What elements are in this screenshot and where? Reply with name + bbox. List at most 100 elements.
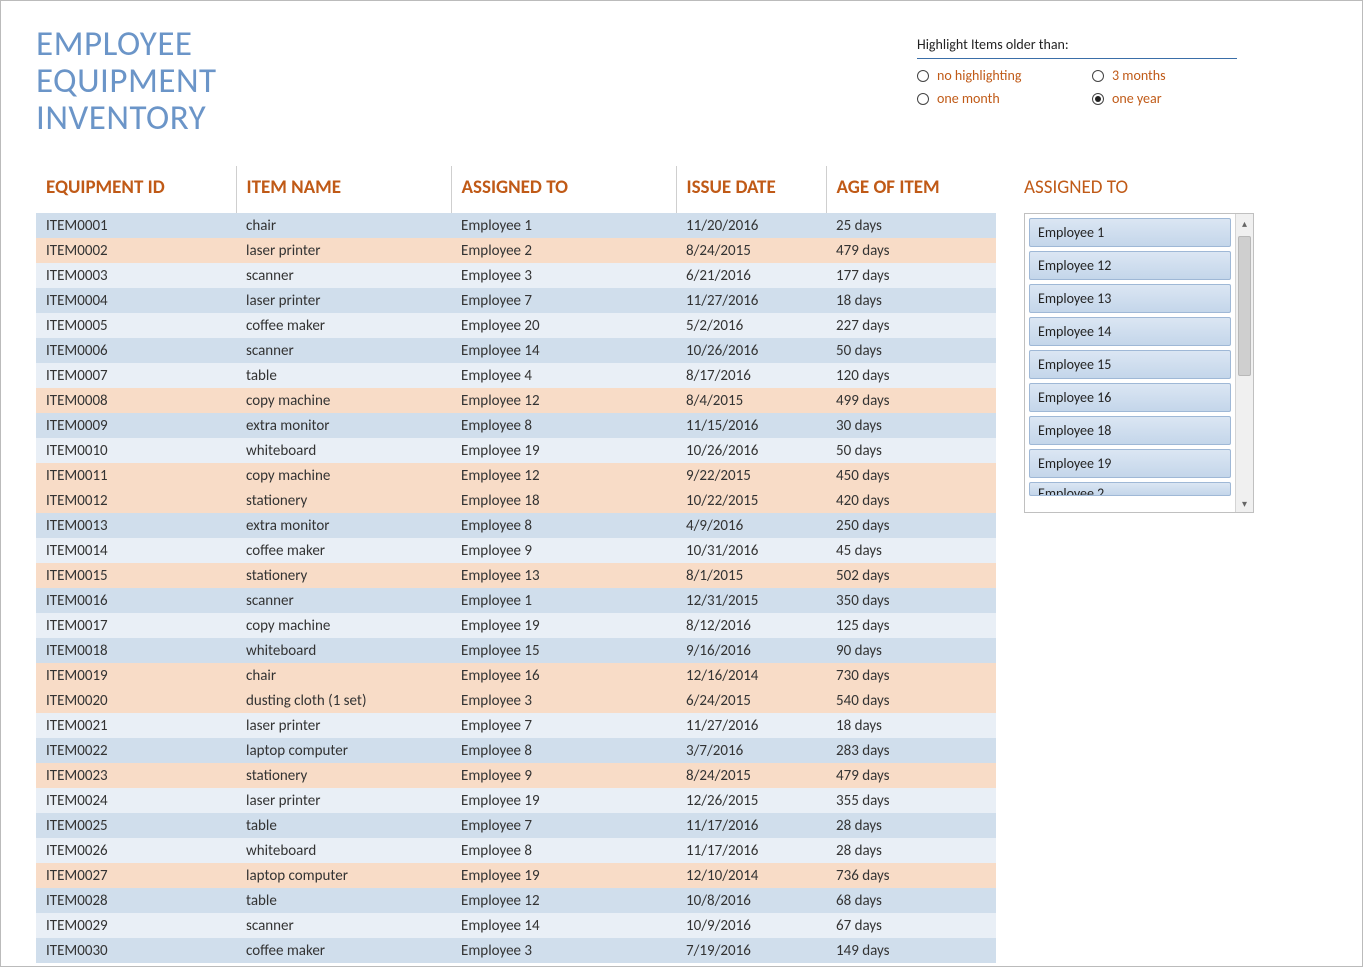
cell-assigned: Employee 14 bbox=[451, 913, 676, 938]
table-row[interactable]: ITEM0003scannerEmployee 36/21/2016177 da… bbox=[36, 263, 996, 288]
cell-date: 6/24/2015 bbox=[676, 688, 826, 713]
cell-id: ITEM0006 bbox=[36, 338, 236, 363]
cell-assigned: Employee 8 bbox=[451, 513, 676, 538]
cell-name: extra monitor bbox=[236, 513, 451, 538]
slicer-item[interactable]: Employee 12 bbox=[1029, 251, 1231, 280]
table-row[interactable]: ITEM0020dusting cloth (1 set)Employee 36… bbox=[36, 688, 996, 713]
highlight-option[interactable]: one year bbox=[1092, 90, 1237, 107]
cell-date: 9/22/2015 bbox=[676, 463, 826, 488]
table-row[interactable]: ITEM0008copy machineEmployee 128/4/20154… bbox=[36, 388, 996, 413]
slicer-item[interactable]: Employee 16 bbox=[1029, 383, 1231, 412]
table-row[interactable]: ITEM0007tableEmployee 48/17/2016120 days bbox=[36, 363, 996, 388]
highlight-option[interactable]: one month bbox=[917, 90, 1062, 107]
cell-assigned: Employee 19 bbox=[451, 438, 676, 463]
table-row[interactable]: ITEM0011copy machineEmployee 129/22/2015… bbox=[36, 463, 996, 488]
slicer-item[interactable]: Employee 15 bbox=[1029, 350, 1231, 379]
table-row[interactable]: ITEM0004laser printerEmployee 711/27/201… bbox=[36, 288, 996, 313]
cell-assigned: Employee 1 bbox=[451, 588, 676, 613]
table-row[interactable]: ITEM0023stationeryEmployee 98/24/2015479… bbox=[36, 763, 996, 788]
column-header[interactable]: ASSIGNED TO bbox=[451, 166, 676, 213]
table-row[interactable]: ITEM0010whiteboardEmployee 1910/26/20165… bbox=[36, 438, 996, 463]
cell-name: scanner bbox=[236, 338, 451, 363]
cell-assigned: Employee 7 bbox=[451, 713, 676, 738]
cell-age: 28 days bbox=[826, 813, 996, 838]
table-row[interactable]: ITEM0029scannerEmployee 1410/9/201667 da… bbox=[36, 913, 996, 938]
table-row[interactable]: ITEM0013extra monitorEmployee 84/9/20162… bbox=[36, 513, 996, 538]
cell-name: laptop computer bbox=[236, 738, 451, 763]
radio-icon bbox=[1092, 70, 1104, 82]
table-row[interactable]: ITEM0021laser printerEmployee 711/27/201… bbox=[36, 713, 996, 738]
table-row[interactable]: ITEM0026whiteboardEmployee 811/17/201628… bbox=[36, 838, 996, 863]
slicer-item[interactable]: Employee 13 bbox=[1029, 284, 1231, 313]
cell-assigned: Employee 7 bbox=[451, 288, 676, 313]
slicer-item[interactable]: Employee 14 bbox=[1029, 317, 1231, 346]
cell-assigned: Employee 14 bbox=[451, 338, 676, 363]
table-row[interactable]: ITEM0019chairEmployee 1612/16/2014730 da… bbox=[36, 663, 996, 688]
cell-id: ITEM0019 bbox=[36, 663, 236, 688]
cell-name: copy machine bbox=[236, 388, 451, 413]
cell-assigned: Employee 12 bbox=[451, 463, 676, 488]
table-row[interactable]: ITEM0024laser printerEmployee 1912/26/20… bbox=[36, 788, 996, 813]
cell-age: 730 days bbox=[826, 663, 996, 688]
table-row[interactable]: ITEM0012stationeryEmployee 1810/22/20154… bbox=[36, 488, 996, 513]
scroll-thumb[interactable] bbox=[1238, 236, 1251, 376]
table-row[interactable]: ITEM0005coffee makerEmployee 205/2/20162… bbox=[36, 313, 996, 338]
cell-assigned: Employee 19 bbox=[451, 863, 676, 888]
table-row[interactable]: ITEM0009extra monitorEmployee 811/15/201… bbox=[36, 413, 996, 438]
slicer-item[interactable]: Employee 19 bbox=[1029, 449, 1231, 478]
slicer-item[interactable]: Employee 1 bbox=[1029, 218, 1231, 247]
table-row[interactable]: ITEM0025tableEmployee 711/17/201628 days bbox=[36, 813, 996, 838]
table-row[interactable]: ITEM0016scannerEmployee 112/31/2015350 d… bbox=[36, 588, 996, 613]
cell-assigned: Employee 1 bbox=[451, 213, 676, 238]
cell-id: ITEM0028 bbox=[36, 888, 236, 913]
cell-id: ITEM0025 bbox=[36, 813, 236, 838]
cell-name: whiteboard bbox=[236, 638, 451, 663]
cell-id: ITEM0029 bbox=[36, 913, 236, 938]
cell-id: ITEM0012 bbox=[36, 488, 236, 513]
cell-date: 8/12/2016 bbox=[676, 613, 826, 638]
highlight-option[interactable]: no highlighting bbox=[917, 67, 1062, 84]
column-header[interactable]: ISSUE DATE bbox=[676, 166, 826, 213]
cell-date: 6/21/2016 bbox=[676, 263, 826, 288]
column-header[interactable]: EQUIPMENT ID bbox=[36, 166, 236, 213]
table-row[interactable]: ITEM0001chairEmployee 111/20/201625 days bbox=[36, 213, 996, 238]
cell-assigned: Employee 18 bbox=[451, 488, 676, 513]
cell-date: 8/1/2015 bbox=[676, 563, 826, 588]
column-header[interactable]: ITEM NAME bbox=[236, 166, 451, 213]
cell-id: ITEM0011 bbox=[36, 463, 236, 488]
slicer-item[interactable]: Employee 18 bbox=[1029, 416, 1231, 445]
highlight-option[interactable]: 3 months bbox=[1092, 67, 1237, 84]
cell-id: ITEM0017 bbox=[36, 613, 236, 638]
table-row[interactable]: ITEM0022laptop computerEmployee 83/7/201… bbox=[36, 738, 996, 763]
radio-icon bbox=[917, 70, 929, 82]
column-header[interactable]: AGE OF ITEM bbox=[826, 166, 996, 213]
cell-date: 7/19/2016 bbox=[676, 938, 826, 963]
cell-date: 11/17/2016 bbox=[676, 838, 826, 863]
slicer-scrollbar[interactable]: ▴ ▾ bbox=[1235, 214, 1253, 512]
title-line-3: INVENTORY bbox=[36, 100, 217, 137]
table-row[interactable]: ITEM0014coffee makerEmployee 910/31/2016… bbox=[36, 538, 996, 563]
cell-date: 8/17/2016 bbox=[676, 363, 826, 388]
cell-name: laptop computer bbox=[236, 863, 451, 888]
cell-id: ITEM0013 bbox=[36, 513, 236, 538]
cell-assigned: Employee 15 bbox=[451, 638, 676, 663]
table-row[interactable]: ITEM0027laptop computerEmployee 1912/10/… bbox=[36, 863, 996, 888]
cell-date: 11/27/2016 bbox=[676, 713, 826, 738]
scroll-down-arrow[interactable]: ▾ bbox=[1236, 494, 1253, 512]
cell-id: ITEM0018 bbox=[36, 638, 236, 663]
table-row[interactable]: ITEM0006scannerEmployee 1410/26/201650 d… bbox=[36, 338, 996, 363]
table-row[interactable]: ITEM0017copy machineEmployee 198/12/2016… bbox=[36, 613, 996, 638]
cell-name: laser printer bbox=[236, 238, 451, 263]
cell-name: stationery bbox=[236, 563, 451, 588]
table-row[interactable]: ITEM0015stationeryEmployee 138/1/2015502… bbox=[36, 563, 996, 588]
table-body: ITEM0001chairEmployee 111/20/201625 days… bbox=[36, 213, 996, 963]
cell-assigned: Employee 20 bbox=[451, 313, 676, 338]
scroll-up-arrow[interactable]: ▴ bbox=[1236, 214, 1253, 232]
table-row[interactable]: ITEM0030coffee makerEmployee 37/19/20161… bbox=[36, 938, 996, 963]
cell-id: ITEM0022 bbox=[36, 738, 236, 763]
table-row[interactable]: ITEM0028tableEmployee 1210/8/201668 days bbox=[36, 888, 996, 913]
slicer-item[interactable]: Employee 2 bbox=[1029, 482, 1231, 496]
table-row[interactable]: ITEM0018whiteboardEmployee 159/16/201690… bbox=[36, 638, 996, 663]
cell-date: 3/7/2016 bbox=[676, 738, 826, 763]
table-row[interactable]: ITEM0002laser printerEmployee 28/24/2015… bbox=[36, 238, 996, 263]
